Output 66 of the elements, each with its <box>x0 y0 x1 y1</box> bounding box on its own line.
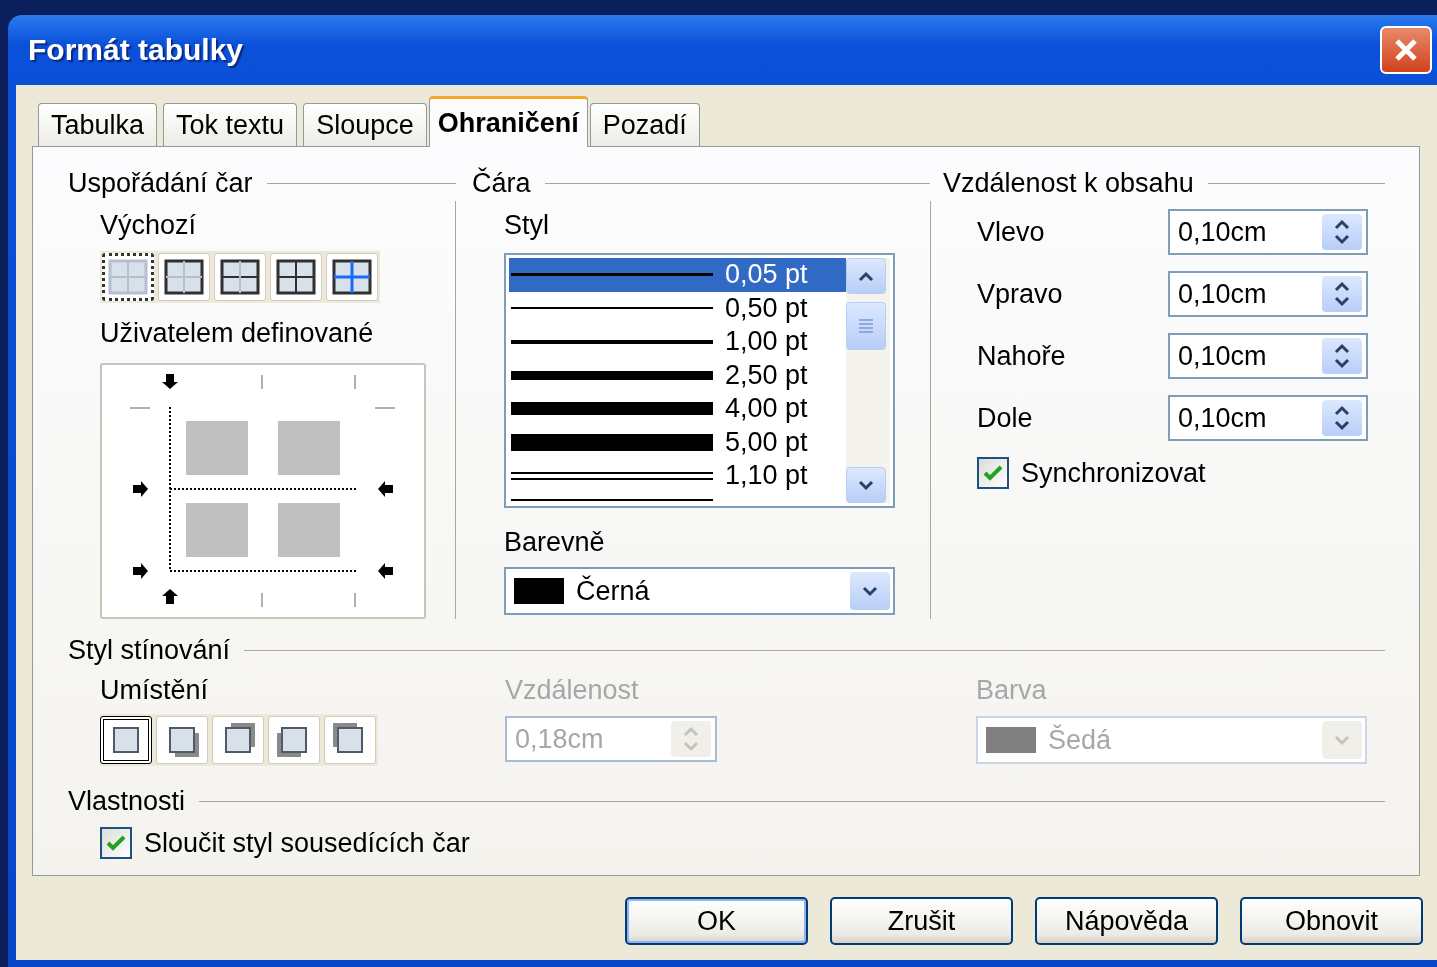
spin-field[interactable]: 0,10cm <box>1168 395 1368 441</box>
checkbox-label: Synchronizovat <box>1021 457 1206 489</box>
grip-icon <box>857 317 875 335</box>
check-icon <box>982 463 1004 483</box>
list-item[interactable]: 5,00 pt <box>509 425 846 459</box>
spin-field[interactable]: 0,10cm <box>1168 333 1368 379</box>
section-heading: Uspořádání čar <box>68 167 253 199</box>
spin-field[interactable]: 0,10cm <box>1168 209 1368 255</box>
field-label: Vpravo <box>977 278 1064 310</box>
table-grid-icon <box>108 259 148 295</box>
list-item[interactable]: 1,00 pt <box>509 325 846 359</box>
list-item[interactable]: 4,00 pt <box>509 392 846 426</box>
border-preset-button[interactable] <box>102 253 154 301</box>
list-item[interactable]: 1,10 pt <box>509 459 846 493</box>
section-heading: Styl stínování <box>68 635 231 666</box>
field-label: Barva <box>976 674 1048 706</box>
spin-buttons[interactable] <box>1322 400 1362 436</box>
spin-buttons[interactable] <box>1322 338 1362 374</box>
spin-field[interactable]: 0,10cm <box>1168 271 1368 317</box>
check-icon <box>105 833 127 853</box>
list-item[interactable]: 2,50 pt <box>509 358 846 392</box>
field-label: Výchozí <box>100 209 198 241</box>
table-grid-icon <box>276 259 316 295</box>
close-button[interactable] <box>1380 26 1432 74</box>
tab[interactable]: Sloupce <box>303 103 427 146</box>
checkbox[interactable] <box>100 827 132 859</box>
field-label: Vzdálenost <box>505 674 640 706</box>
field-label: Barevně <box>504 526 606 558</box>
scrollbar[interactable] <box>846 258 890 503</box>
dialog-button[interactable]: OK <box>625 897 808 945</box>
field-label: Dole <box>977 402 1034 434</box>
line-style-list[interactable]: 0,05 pt 0,50 pt 1,00 pt 2,50 pt 4,00 pt 5,00 pt 1,10 pt <box>504 253 895 508</box>
section-heading: Vzdálenost k obsahu <box>943 167 1194 199</box>
list-item[interactable]: 0,50 pt <box>509 291 846 325</box>
chevron-up-icon <box>858 270 874 282</box>
chevron-down-icon <box>862 585 878 597</box>
dialog-button[interactable]: Obnovit <box>1240 897 1423 945</box>
field-label: Uživatelem definované <box>100 317 375 349</box>
table-grid-icon <box>164 259 204 295</box>
section-heading: Čára <box>472 167 531 199</box>
checkbox[interactable] <box>977 457 1009 489</box>
table-grid-icon <box>220 259 260 295</box>
color-dropdown[interactable]: Černá <box>504 567 895 615</box>
tab[interactable]: Ohraničení <box>428 96 588 147</box>
spin-buttons[interactable] <box>1322 214 1362 250</box>
spin-buttons[interactable] <box>1322 276 1362 312</box>
chevron-down-icon <box>1334 734 1350 746</box>
scroll-up-button[interactable] <box>846 258 886 294</box>
field-label: Umístění <box>100 674 210 706</box>
dropdown-arrow-button[interactable] <box>850 572 890 610</box>
tab[interactable]: Tok textu <box>163 103 298 146</box>
scroll-thumb[interactable] <box>846 302 886 350</box>
list-item[interactable]: 0,05 pt <box>509 258 846 292</box>
dialog-button[interactable]: Nápověda <box>1035 897 1218 945</box>
table-grid-icon <box>332 259 372 295</box>
field-label: Nahoře <box>977 340 1067 372</box>
window-title: Formát tabulky <box>28 33 245 67</box>
section-heading: Vlastnosti <box>68 786 186 817</box>
tab[interactable]: Pozadí <box>589 103 700 146</box>
field-label: Styl <box>504 209 550 241</box>
dialog-button[interactable]: Zrušit <box>830 897 1013 945</box>
scroll-down-button[interactable] <box>846 467 886 503</box>
checkbox-label: Sloučit styl sousedících čar <box>144 827 470 859</box>
chevron-down-icon <box>858 479 874 491</box>
field-label: Vlevo <box>977 216 1046 248</box>
tab[interactable]: Tabulka <box>38 103 158 146</box>
